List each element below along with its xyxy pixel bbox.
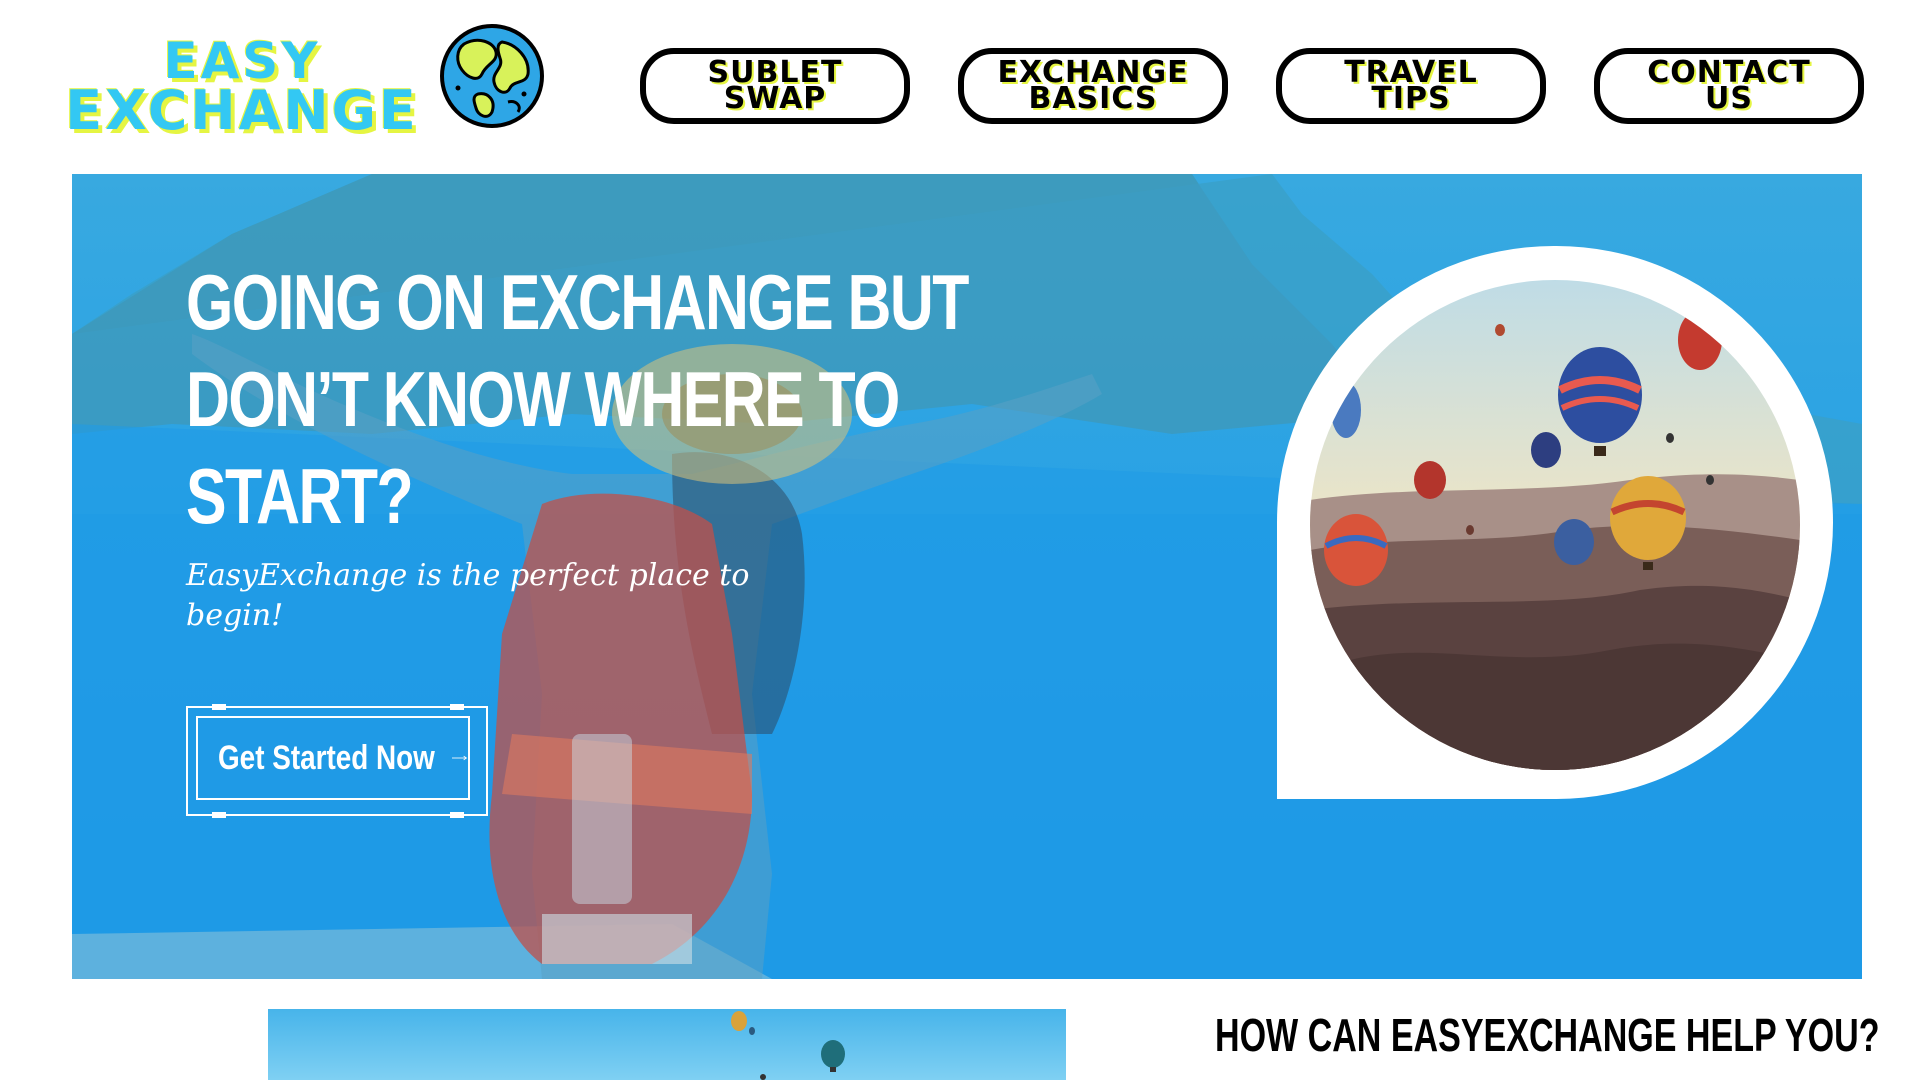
section-heading: HOW CAN EASYEXCHANGE HELP YOU? (1215, 1009, 1880, 1061)
nav-label: EXCHANGE BASICS (997, 55, 1189, 116)
nav-sublet-swap[interactable]: SUBLET SWAP (640, 48, 910, 124)
get-started-button[interactable]: Get Started Now (186, 704, 488, 818)
nav-label: TRAVEL TIPS (1344, 55, 1478, 116)
balloon-photo-image (1310, 280, 1800, 770)
balloon-photo (1310, 280, 1800, 770)
nav-label: SUBLET SWAP (707, 55, 843, 116)
nav-exchange-basics[interactable]: EXCHANGE BASICS (958, 48, 1228, 124)
lower-balloon-image (268, 1009, 1066, 1080)
globe-icon (440, 24, 544, 128)
arrow-right-icon (452, 755, 468, 761)
logo[interactable]: EASY EXCHANGE (65, 36, 416, 138)
nav-label: CONTACT US (1647, 55, 1811, 116)
nav-travel-tips[interactable]: TRAVEL TIPS (1276, 48, 1546, 124)
cta-corner-mark (450, 704, 464, 710)
hero-title-line: GOING ON EXCHANGE BUT (186, 258, 969, 346)
lower-image-graphic (731, 1011, 845, 1080)
cta-inner-frame: Get Started Now (196, 716, 470, 800)
hero-title-line: START? (186, 452, 414, 540)
cta-corner-mark (212, 704, 226, 710)
hero-title: GOING ON EXCHANGE BUT DON’T KNOW WHERE T… (186, 254, 969, 545)
cta-label: Get Started Now (218, 738, 435, 777)
hero-title-line: DON’T KNOW WHERE TO (186, 355, 900, 443)
hero-subtitle: EasyExchange is the perfect place to beg… (186, 558, 750, 633)
logo-line-2: EXCHANGE (65, 79, 419, 142)
cta-corner-mark (450, 812, 464, 818)
nav-contact-us[interactable]: CONTACT US (1594, 48, 1864, 124)
cta-corner-mark (212, 812, 226, 818)
